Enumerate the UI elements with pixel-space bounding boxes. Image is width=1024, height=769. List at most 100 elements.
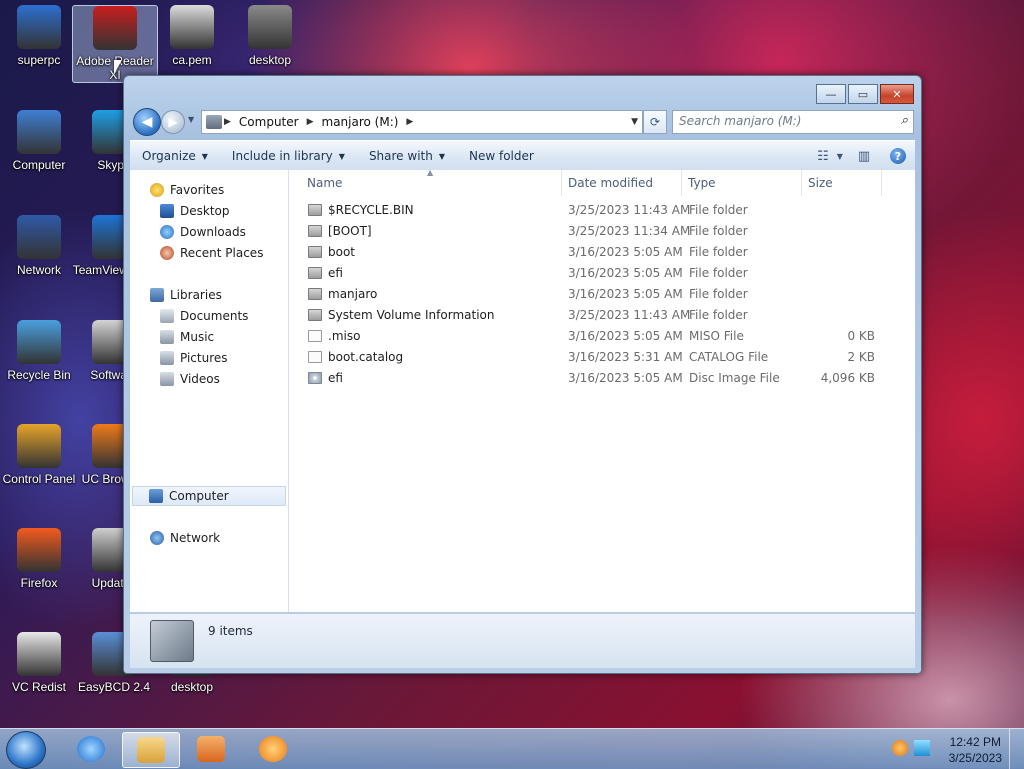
help-button[interactable]: ?: [885, 145, 911, 167]
mouse-cursor-icon: [114, 60, 122, 74]
file-row[interactable]: boot.catalog 3/16/2023 5:31 AM CATALOG Fil…: [289, 347, 889, 368]
search-input[interactable]: [673, 111, 879, 131]
minimize-button[interactable]: —: [816, 84, 846, 104]
details-pane: 9 items: [130, 613, 915, 668]
downloads-icon: [160, 225, 174, 239]
file-row[interactable]: [BOOT] 3/25/2023 11:34 AM File folder: [289, 221, 889, 242]
chevron-down-icon: ▼: [188, 115, 195, 124]
breadcrumb-computer[interactable]: Computer: [239, 115, 299, 129]
chevron-down-icon: ▼: [338, 151, 345, 161]
share-with-label: Share with: [368, 149, 433, 163]
file-size: 2 KB: [847, 350, 875, 364]
column-name-label: Name: [307, 176, 343, 190]
column-header-name[interactable]: Name ▲: [289, 168, 562, 196]
nav-computer[interactable]: Computer: [132, 486, 286, 506]
column-date-label: Date modified: [568, 176, 654, 190]
folder-icon: [308, 204, 322, 216]
file-name: [BOOT]: [328, 224, 372, 238]
forward-button[interactable]: ▶: [161, 110, 185, 134]
navigation-pane[interactable]: Favorites Desktop Downloads Recent Place…: [130, 170, 289, 612]
desktop-icon-label: desktop: [248, 53, 292, 67]
nav-favorites[interactable]: Favorites: [150, 180, 306, 200]
breadcrumb-separator-icon[interactable]: ▶: [406, 117, 413, 127]
start-button[interactable]: [6, 731, 46, 769]
file-date: 3/16/2023 5:05 AM: [568, 287, 683, 301]
column-header-date-modified[interactable]: Date modified: [562, 170, 682, 196]
desktop-icon-item[interactable]: Recycle Bin: [0, 320, 81, 382]
address-bar[interactable]: ▶ Computer ▶ manjaro (M:) ▶ ▼: [201, 110, 643, 134]
refresh-button[interactable]: ⟳: [643, 110, 667, 134]
desktop-icon-item[interactable]: VC Redist: [0, 632, 81, 694]
nav-videos-label: Videos: [180, 372, 220, 386]
file-name: efi: [328, 266, 343, 280]
show-desktop-button[interactable]: [1009, 729, 1024, 769]
desktop-shortcut-icon: [17, 110, 61, 154]
file-name: boot.catalog: [328, 350, 404, 364]
tray-network-icon[interactable]: [914, 740, 930, 756]
maximize-button[interactable]: ▭: [848, 84, 878, 104]
file-row[interactable]: $RECYCLE.BIN 3/25/2023 11:43 AM File folde…: [289, 200, 889, 221]
search-icon[interactable]: ⌕: [901, 113, 908, 128]
file-name: $RECYCLE.BIN: [328, 203, 414, 217]
include-in-library-button[interactable]: Include in library ▼: [220, 141, 357, 171]
title-bar[interactable]: — ▭ ✕: [124, 76, 921, 106]
search-box[interactable]: ⌕: [672, 110, 914, 134]
preview-pane-button[interactable]: ▥: [851, 145, 877, 167]
breadcrumb-drive[interactable]: manjaro (M:): [322, 115, 399, 129]
file-row[interactable]: System Volume Information 3/25/2023 11:43…: [289, 305, 889, 326]
column-header-type[interactable]: Type: [682, 170, 802, 196]
file-row[interactable]: efi 3/16/2023 5:05 AM File folder: [289, 263, 889, 284]
column-header-size[interactable]: Size: [802, 170, 882, 196]
file-row[interactable]: manjaro 3/16/2023 5:05 AM File folder: [289, 284, 889, 305]
nav-desktop-label: Desktop: [180, 204, 230, 218]
computer-icon: [149, 489, 163, 503]
desktop-icon-item[interactable]: Firefox: [0, 528, 81, 590]
desktop-shortcut-icon: [17, 5, 61, 49]
file-type: MISO File: [689, 329, 744, 343]
new-folder-label: New folder: [469, 149, 534, 163]
folder-icon: [308, 267, 322, 279]
taskbar: 12:42 PM 3/25/2023: [0, 728, 1024, 769]
file-date: 3/25/2023 11:43 AM: [568, 203, 691, 217]
clock[interactable]: 12:42 PM 3/25/2023: [949, 734, 1002, 766]
taskbar-windows-explorer[interactable]: [122, 732, 180, 768]
file-row[interactable]: .miso 3/16/2023 5:05 AM MISO File 0 KB: [289, 326, 889, 347]
nav-network[interactable]: Network: [150, 528, 306, 548]
desktop-icon-item[interactable]: Control Panel: [0, 424, 81, 486]
file-type: File folder: [689, 245, 748, 259]
recent-pages-dropdown[interactable]: ▼: [188, 115, 194, 124]
nav-libraries[interactable]: Libraries: [150, 285, 306, 305]
view-options-button[interactable]: ☷ ▼: [817, 145, 843, 167]
column-type-label: Type: [688, 176, 716, 190]
close-button[interactable]: ✕: [880, 84, 914, 104]
item-count: 9 items: [208, 624, 253, 638]
chevron-down-icon: ▼: [836, 151, 843, 161]
desktop-shortcut-icon: [170, 5, 214, 49]
new-folder-button[interactable]: New folder: [457, 141, 546, 171]
back-button[interactable]: ◀: [133, 108, 161, 136]
help-icon: ?: [890, 148, 906, 164]
desktop-icon-item[interactable]: ca.pem: [150, 5, 234, 67]
taskbar-internet-explorer[interactable]: [66, 732, 116, 766]
desktop-icon-item[interactable]: desktop: [228, 5, 312, 67]
breadcrumb-separator-icon[interactable]: ▶: [224, 117, 231, 127]
organize-button[interactable]: Organize ▼: [130, 141, 220, 171]
desktop-icon-item[interactable]: Computer: [0, 110, 81, 172]
desktop-icon-item[interactable]: superpc: [0, 5, 81, 67]
desktop-icon-label: ca.pem: [172, 53, 212, 67]
file-date: 3/16/2023 5:05 AM: [568, 245, 683, 259]
share-with-button[interactable]: Share with ▼: [357, 141, 457, 171]
desktop-icon-item[interactable]: Network: [0, 215, 81, 277]
chevron-down-icon: ▼: [438, 151, 445, 161]
desktop-shortcut-icon: [17, 215, 61, 259]
nav-documents-label: Documents: [180, 309, 249, 323]
file-row[interactable]: efi 3/16/2023 5:05 AM Disc Image File 4,096…: [289, 368, 889, 389]
breadcrumb-separator-icon[interactable]: ▶: [307, 117, 314, 127]
taskbar-media-player[interactable]: [186, 732, 236, 766]
file-list[interactable]: Name ▲ Date modified Type Size $RECYCLE.…: [289, 168, 915, 612]
file-row[interactable]: boot 3/16/2023 5:05 AM File folder: [289, 242, 889, 263]
address-dropdown-icon[interactable]: ▼: [631, 117, 638, 127]
desktop-shortcut-icon: [17, 632, 61, 676]
tray-search-icon[interactable]: [892, 740, 908, 756]
taskbar-uc-browser[interactable]: [248, 732, 298, 766]
